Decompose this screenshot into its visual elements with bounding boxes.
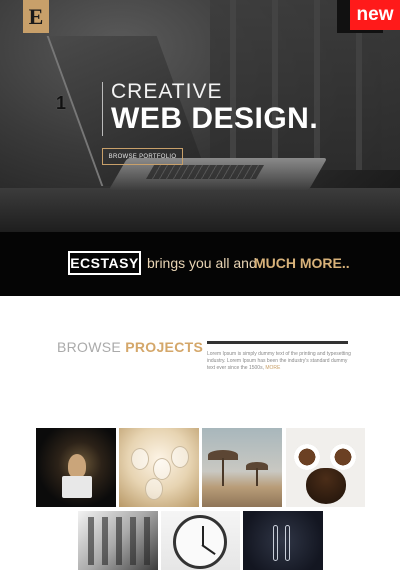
hero-heading-line1: CREATIVE	[111, 80, 223, 103]
gallery-thumb-coffee-cups[interactable]	[286, 428, 365, 507]
gallery-thumb-test-tubes[interactable]	[78, 511, 158, 570]
projects-description: Lorem Ipsum is simply dummy text of the …	[207, 351, 352, 372]
more-link[interactable]: MORE	[265, 365, 280, 371]
projects-heading-light: BROWSE	[57, 339, 122, 355]
brand-name-box: ECSTASY	[68, 251, 141, 275]
projects-divider	[207, 341, 348, 344]
gallery-thumb-lightbulbs[interactable]	[119, 428, 199, 507]
slide-number: 1	[56, 93, 67, 113]
table-surface-image	[0, 188, 400, 232]
new-badge: new	[350, 0, 400, 30]
gallery-thumb-beach-umbrellas[interactable]	[202, 428, 282, 507]
laptop-keyboard-image	[145, 165, 265, 179]
site-logo[interactable]: E	[23, 0, 49, 33]
gallery-thumb-clock[interactable]	[161, 511, 240, 570]
gallery-thumb-safety-pins[interactable]	[243, 511, 323, 570]
tagline-text: brings you all and	[147, 255, 257, 271]
tagline-emphasis: MUCH MORE..	[254, 255, 350, 271]
tagline-bar: ECSTASY brings you all and MUCH MORE..	[0, 232, 400, 296]
browse-portfolio-button[interactable]: BROWSE PORTFOLIO	[102, 148, 183, 165]
hero-heading-line2: WEB DESIGN.	[111, 102, 319, 135]
gallery-thumb-laptop-person[interactable]	[36, 428, 116, 507]
hero-divider	[102, 82, 103, 136]
projects-heading: BROWSE PROJECTS	[57, 339, 203, 355]
projects-heading-strong: PROJECTS	[125, 339, 204, 355]
